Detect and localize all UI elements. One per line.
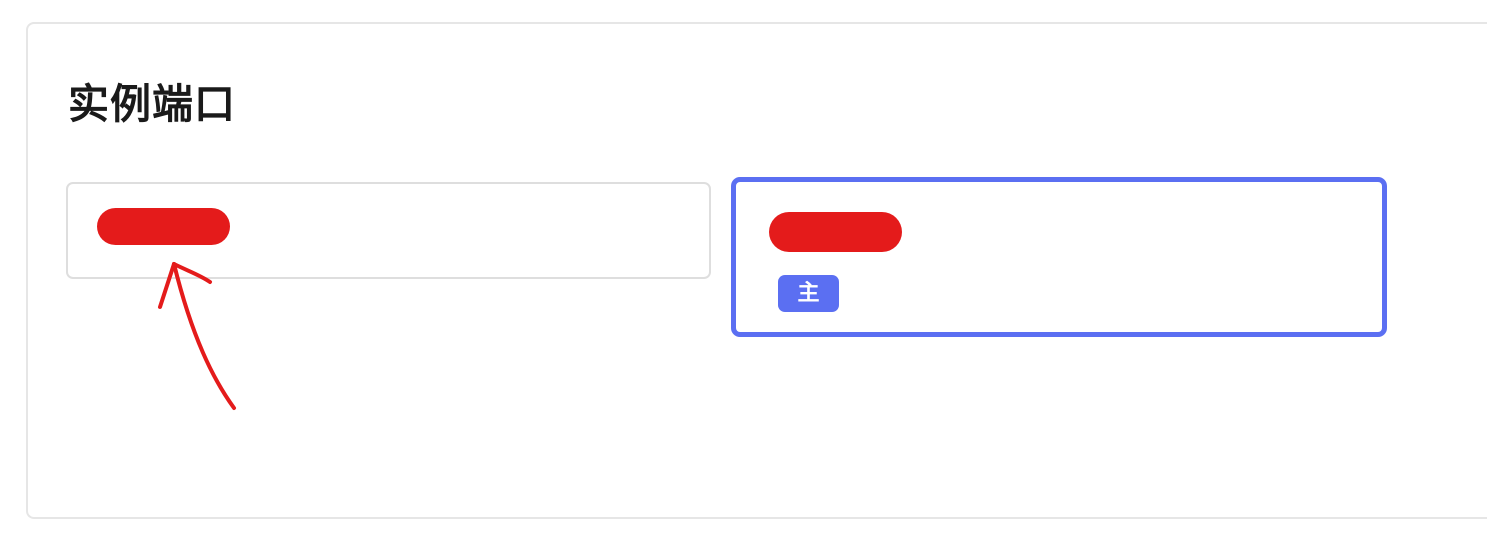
redaction-mark [769, 212, 902, 252]
primary-badge: 主 [778, 275, 839, 312]
annotation-arrow-icon [158, 262, 236, 410]
redaction-mark [97, 208, 230, 245]
section-title: 实例端口 [68, 80, 236, 128]
page: 实例端口 主 [0, 0, 1487, 552]
port-option-selected[interactable]: 主 [731, 177, 1387, 337]
